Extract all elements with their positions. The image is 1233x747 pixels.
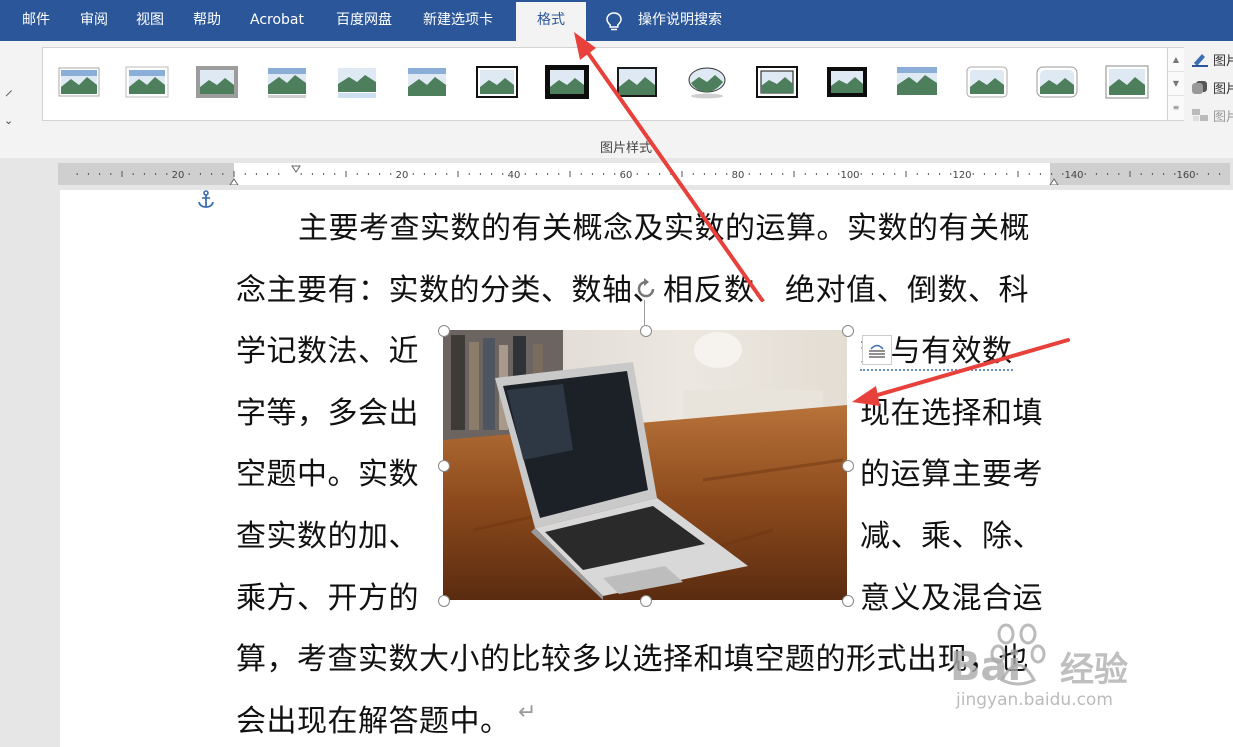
picture-border-button[interactable]: 图片 bbox=[1191, 49, 1233, 69]
picture-layout-icon bbox=[1192, 109, 1208, 121]
tab-review[interactable]: 审阅 bbox=[80, 0, 108, 41]
picture-style-thumb[interactable] bbox=[825, 65, 869, 99]
tab-acrobat[interactable]: Acrobat bbox=[250, 0, 304, 41]
gallery-more-icon[interactable]: ≡ bbox=[1168, 96, 1184, 119]
ruler-label: 60 bbox=[620, 170, 633, 181]
picture-style-thumb[interactable] bbox=[685, 65, 729, 99]
tab-mail[interactable]: 邮件 bbox=[22, 0, 50, 41]
paragraph-line-4a[interactable]: 字等，多会出 bbox=[236, 388, 419, 432]
anchor-icon[interactable] bbox=[196, 190, 216, 210]
gallery-down-icon[interactable]: ▼ bbox=[1168, 72, 1184, 96]
watermark-brand-text: 经验 bbox=[1060, 650, 1128, 690]
picture-layout-button[interactable]: 图片 bbox=[1191, 105, 1233, 125]
ruler-label: 20 bbox=[396, 170, 409, 181]
rotate-handle-icon[interactable] bbox=[633, 276, 659, 302]
ribbon-body: ⌄ ▲ ▼ ≡ 图片样式 图片 图片 图片 bbox=[0, 41, 1233, 159]
resize-handle-bottom-left[interactable] bbox=[438, 595, 450, 607]
tab-baidu-pan[interactable]: 百度网盘 bbox=[336, 0, 392, 41]
ruler-scale[interactable]: 20 20 40 60 80 100 120 140 160 bbox=[58, 163, 1230, 185]
gallery-scrollbar[interactable]: ▲ ▼ ≡ bbox=[1167, 48, 1184, 120]
picture-style-thumb[interactable] bbox=[1035, 65, 1079, 99]
ruler-label: 20 bbox=[172, 170, 185, 181]
ribbon-tab-bar: 邮件 审阅 视图 帮助 Acrobat 百度网盘 新建选项卡 格式 操作说明搜索 bbox=[0, 0, 1233, 41]
tab-format[interactable]: 格式 bbox=[516, 2, 586, 41]
ruler-label: 140 bbox=[1064, 170, 1083, 181]
picture-style-thumb[interactable] bbox=[1105, 65, 1149, 99]
watermark-url-text: jingyan.baidu.com bbox=[956, 690, 1113, 710]
paragraph-line-9[interactable]: 会出现在解答题中。 bbox=[236, 696, 511, 740]
picture-style-thumb[interactable] bbox=[615, 65, 659, 99]
picture-style-thumb[interactable] bbox=[545, 65, 589, 99]
ruler-label: 100 bbox=[840, 170, 859, 181]
resize-handle-top[interactable] bbox=[640, 325, 652, 337]
baidu-paw-logo: Bai bbox=[950, 623, 1046, 690]
gallery-up-icon[interactable]: ▲ bbox=[1168, 48, 1184, 72]
paragraph-line-5a[interactable]: 空题中。实数 bbox=[236, 449, 419, 493]
paragraph-line-5b[interactable]: 的运算主要考 bbox=[860, 449, 1043, 493]
resize-handle-right[interactable] bbox=[842, 460, 854, 472]
picture-style-thumb[interactable] bbox=[265, 65, 309, 99]
picture-effects-button[interactable]: 图片 bbox=[1191, 77, 1233, 97]
resize-handle-left[interactable] bbox=[438, 460, 450, 472]
paragraph-line-7a[interactable]: 乘方、开方的 bbox=[236, 573, 419, 617]
picture-style-thumb[interactable] bbox=[195, 65, 239, 99]
picture-style-thumb[interactable] bbox=[755, 65, 799, 99]
picture-style-thumb[interactable] bbox=[57, 65, 101, 99]
page-left-gutter bbox=[0, 190, 58, 747]
tab-new-tab[interactable]: 新建选项卡 bbox=[423, 0, 493, 41]
paragraph-line-8[interactable]: 算，考查实数大小的比较多以选择和填空题的形式出现，也 bbox=[236, 634, 1029, 678]
picture-style-thumb[interactable] bbox=[475, 65, 519, 99]
picture-style-thumb[interactable] bbox=[335, 65, 379, 99]
paragraph-line-3a[interactable]: 学记数法、近 bbox=[236, 326, 419, 370]
ruler-label: 40 bbox=[508, 170, 521, 181]
ruler-text-area bbox=[234, 163, 1050, 185]
resize-handle-bottom[interactable] bbox=[640, 595, 652, 607]
ruler-label: 160 bbox=[1176, 170, 1195, 181]
horizontal-ruler: 20 20 40 60 80 100 120 140 160 bbox=[0, 158, 1233, 190]
paragraph-line-1[interactable]: 主要考查实数的有关概念及实数的运算。实数的有关概 bbox=[298, 203, 1030, 247]
paragraph-line-7b[interactable]: 意义及混合运 bbox=[860, 573, 1043, 617]
picture-styles-group-label: 图片样式 bbox=[600, 141, 653, 156]
baidu-jingyan-watermark: Bai 经验 jingyan.baidu.com bbox=[948, 620, 1178, 720]
ruler-margin-left bbox=[58, 163, 234, 185]
shape-effects-icon bbox=[1192, 81, 1207, 94]
ruler-label: 120 bbox=[952, 170, 971, 181]
paragraph-line-4b[interactable]: 现在选择和填 bbox=[860, 388, 1043, 432]
lightbulb-icon[interactable] bbox=[604, 11, 624, 33]
svg-text:Bai: Bai bbox=[950, 644, 1021, 690]
picture-style-thumb[interactable] bbox=[895, 65, 939, 99]
pen-icon bbox=[1192, 54, 1208, 67]
layout-options-icon bbox=[869, 344, 885, 358]
laptop-picture[interactable] bbox=[443, 330, 847, 600]
resize-handle-top-right[interactable] bbox=[842, 325, 854, 337]
resize-handle-bottom-right[interactable] bbox=[842, 595, 854, 607]
picture-style-thumb[interactable] bbox=[965, 65, 1009, 99]
resize-handle-top-left[interactable] bbox=[438, 325, 450, 337]
ruler-label: 80 bbox=[732, 170, 745, 181]
rotate-handle-stem bbox=[644, 300, 645, 325]
tab-help[interactable]: 帮助 bbox=[193, 0, 221, 41]
picture-style-thumb[interactable] bbox=[125, 65, 169, 99]
paragraph-line-6a[interactable]: 查实数的加、 bbox=[236, 511, 419, 555]
paragraph-mark: ↵ bbox=[518, 700, 537, 725]
paragraph-line-6b[interactable]: 减、乘、除、 bbox=[860, 511, 1043, 555]
ribbon-left-collapsed[interactable]: ⌄ bbox=[0, 84, 14, 166]
picture-style-thumb[interactable] bbox=[405, 65, 449, 99]
chevron-down-icon[interactable]: ⌄ bbox=[4, 114, 13, 127]
tell-me-search[interactable]: 操作说明搜索 bbox=[638, 0, 722, 41]
layout-options-button[interactable] bbox=[862, 335, 892, 365]
tab-view[interactable]: 视图 bbox=[136, 0, 164, 41]
picture-styles-gallery: ▲ ▼ ≡ bbox=[42, 47, 1184, 121]
